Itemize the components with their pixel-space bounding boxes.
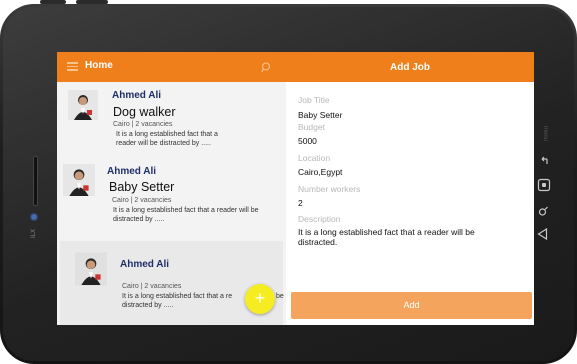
job-title-field[interactable]: Baby Setter (298, 110, 342, 120)
location-label: Location (298, 153, 331, 163)
budget-label: Budget (298, 122, 325, 132)
tablet-top-button (40, 0, 66, 4)
search-hardware-icon[interactable] (538, 204, 549, 222)
camera-lens (30, 213, 38, 221)
home-title: Home (85, 60, 113, 71)
add-job-title: Add Job (390, 62, 430, 73)
job-card[interactable]: Ahmed Ali Cairo | 2 vacancies It is a lo… (60, 241, 284, 325)
speaker-slot (33, 156, 38, 206)
job-description-tail: be (276, 293, 284, 300)
job-list-pane: Home Ahmed Ali Dog walker Cairo | 2 vaca… (57, 52, 286, 325)
back-triangle-icon[interactable] (537, 227, 548, 245)
avatar (63, 164, 95, 196)
back-icon[interactable] (539, 153, 549, 171)
workers-field[interactable]: 2 (298, 198, 303, 208)
tablet-top-button (76, 0, 108, 4)
job-description: It is a long established fact that a re (122, 293, 233, 300)
job-title: Dog walker (113, 105, 176, 119)
job-card[interactable]: Ahmed Ali Baby Setter Cairo | 2 vacancie… (57, 158, 286, 234)
poster-name: Ahmed Ali (112, 90, 162, 101)
job-meta: Cairo | 2 vacancies (122, 283, 182, 290)
menu-label: menu (542, 126, 548, 142)
description-field[interactable]: It is a long established fact that a rea… (298, 227, 488, 247)
job-description: reader will be distracted by ..... (116, 140, 211, 147)
workers-label: Number workers (298, 184, 361, 194)
device-screen: Home Ahmed Ali Dog walker Cairo | 2 vaca… (57, 52, 534, 325)
job-meta: Cairo | 2 vacancies (113, 121, 173, 128)
poster-name: Ahmed Ali (120, 259, 170, 270)
job-description: distracted by ..... (113, 216, 165, 223)
budget-field[interactable]: 5000 (298, 136, 317, 146)
description-label: Description (298, 214, 341, 224)
job-meta: Cairo | 2 vacancies (112, 197, 172, 204)
job-description: It is a long established fact that a (116, 131, 218, 138)
location-field[interactable]: Cairo,Egypt (298, 167, 342, 177)
job-title: Baby Setter (109, 180, 175, 194)
add-job-header: Add Job (286, 52, 534, 82)
add-job-fab[interactable]: + (245, 284, 275, 314)
job-card[interactable]: Ahmed Ali Dog walker Cairo | 2 vacancies… (57, 84, 286, 156)
job-description: distracted by ..... (122, 302, 174, 309)
home-header: Home (57, 52, 286, 82)
add-job-pane: Add Job Job Title Baby Setter Budget 500… (286, 52, 534, 325)
avatar (75, 252, 107, 286)
job-description: It is a long established fact that a rea… (113, 207, 259, 214)
hamburger-menu-icon[interactable] (67, 62, 78, 71)
job-title-label: Job Title (298, 95, 330, 105)
poster-name: Ahmed Ali (107, 166, 157, 177)
search-icon[interactable] (261, 60, 272, 73)
avatar (68, 90, 98, 120)
add-button[interactable]: Add (291, 292, 532, 319)
brand-label: ILX (31, 228, 37, 238)
home-icon[interactable] (537, 178, 551, 197)
